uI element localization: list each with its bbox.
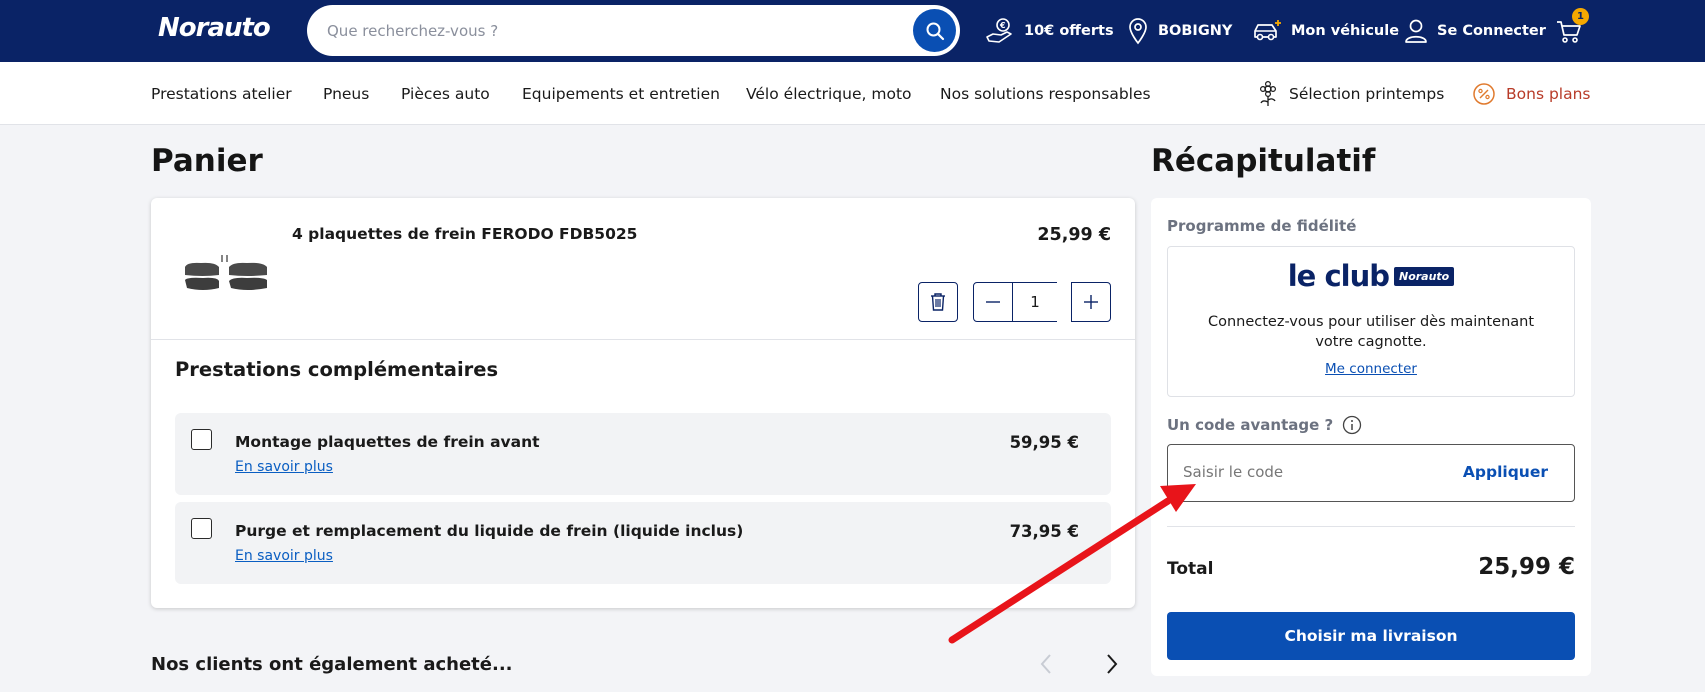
divider (151, 339, 1135, 340)
norauto-logo[interactable]: Norauto (158, 13, 271, 43)
cart-count-badge: 1 (1572, 8, 1589, 25)
summary-panel: Programme de fidélité le club Norauto Co… (1151, 198, 1591, 676)
trash-icon (931, 293, 945, 311)
search-bar (307, 5, 960, 56)
nav-item-deals[interactable]: Bons plans (1472, 62, 1591, 125)
login-label: Se Connecter (1437, 23, 1546, 39)
nav-item-pneus[interactable]: Pneus (323, 62, 369, 125)
top-header: Norauto € 10€ offerts BOBIGNY Mon véhicu… (0, 0, 1705, 62)
promo-code-input[interactable] (1183, 463, 1433, 481)
service-name: Montage plaquettes de frein avant (235, 433, 540, 451)
learn-more-link[interactable]: En savoir plus (235, 459, 333, 475)
location-pin-icon (1129, 18, 1147, 45)
also-bought-title: Nos clients ont également acheté... (151, 654, 513, 675)
divider (1167, 526, 1575, 527)
learn-more-link[interactable]: En savoir plus (235, 548, 333, 564)
club-login-link[interactable]: Me connecter (1168, 361, 1574, 377)
service-item: Montage plaquettes de frein avant En sav… (175, 413, 1111, 495)
services-title: Prestations complémentaires (175, 358, 499, 381)
nav-item-pieces[interactable]: Pièces auto (401, 62, 490, 125)
offer-label: 10€ offerts (1024, 23, 1114, 39)
car-icon (1254, 20, 1281, 41)
brake-pads-image (185, 255, 267, 290)
plus-icon (1084, 295, 1098, 309)
login-link[interactable]: Se Connecter (1404, 0, 1546, 62)
percent-tag-icon (1473, 82, 1495, 105)
offer-link[interactable]: € 10€ offerts (985, 0, 1114, 62)
choose-delivery-button[interactable]: Choisir ma livraison (1167, 612, 1575, 660)
nav-item-prestations[interactable]: Prestations atelier (151, 62, 292, 125)
deals-label: Bons plans (1506, 84, 1591, 103)
total-label: Total (1167, 559, 1214, 579)
svg-text:€: € (999, 21, 1006, 30)
search-input[interactable] (327, 18, 887, 44)
nav-item-spring[interactable]: Sélection printemps (1257, 62, 1444, 125)
quantity-value[interactable]: 1 (1013, 282, 1057, 322)
total-value: 25,99 € (1478, 554, 1575, 580)
minus-icon (986, 301, 1000, 303)
search-icon (926, 22, 944, 40)
product-name[interactable]: 4 plaquettes de frein FERODO FDB5025 (292, 225, 637, 243)
main-navigation: Prestations atelier Pneus Pièces auto Eq… (0, 62, 1705, 125)
decrease-quantity-button[interactable] (973, 282, 1013, 322)
carousel-next-icon[interactable] (1103, 652, 1121, 676)
service-name: Purge et remplacement du liquide de frei… (235, 522, 744, 540)
hand-coin-icon: € (986, 18, 1012, 43)
service-checkbox[interactable] (191, 518, 212, 539)
loyalty-label: Programme de fidélité (1167, 217, 1357, 235)
user-icon (1405, 19, 1427, 43)
delete-item-button[interactable] (918, 282, 958, 322)
product-price: 25,99 € (1037, 225, 1111, 245)
club-description: Connectez-vous pour utiliser dès mainten… (1207, 314, 1535, 350)
cart-card: 4 plaquettes de frein FERODO FDB5025 25,… (151, 198, 1135, 608)
service-price: 59,95 € (1009, 433, 1079, 452)
service-checkbox[interactable] (191, 429, 212, 450)
vehicle-label: Mon véhicule (1291, 23, 1400, 39)
service-price: 73,95 € (1009, 522, 1079, 541)
spring-label: Sélection printemps (1289, 84, 1445, 103)
info-icon[interactable] (1342, 415, 1362, 435)
cart-link[interactable] (1555, 0, 1592, 62)
cart-title: Panier (151, 143, 263, 179)
summary-title: Récapitulatif (1151, 143, 1376, 179)
vehicle-link[interactable]: Mon véhicule (1252, 0, 1399, 62)
promo-code-label: Un code avantage ? (1167, 415, 1362, 435)
nav-item-equipements[interactable]: Equipements et entretien (522, 62, 720, 125)
nav-item-solutions[interactable]: Nos solutions responsables (940, 62, 1151, 125)
search-button[interactable] (913, 9, 956, 52)
promo-code-field: Appliquer (1167, 444, 1575, 502)
nav-item-velo-moto[interactable]: Vélo électrique, moto (746, 62, 912, 125)
loyalty-club-box: le club Norauto Connectez-vous pour util… (1167, 246, 1575, 397)
apply-code-button[interactable]: Appliquer (1463, 463, 1548, 481)
carousel-prev-icon[interactable] (1037, 652, 1055, 676)
store-label: BOBIGNY (1158, 23, 1233, 39)
store-link[interactable]: BOBIGNY (1127, 0, 1232, 62)
increase-quantity-button[interactable] (1071, 282, 1111, 322)
club-logo: le club Norauto (1168, 259, 1574, 293)
service-item: Purge et remplacement du liquide de frei… (175, 502, 1111, 584)
flower-icon (1259, 80, 1277, 106)
